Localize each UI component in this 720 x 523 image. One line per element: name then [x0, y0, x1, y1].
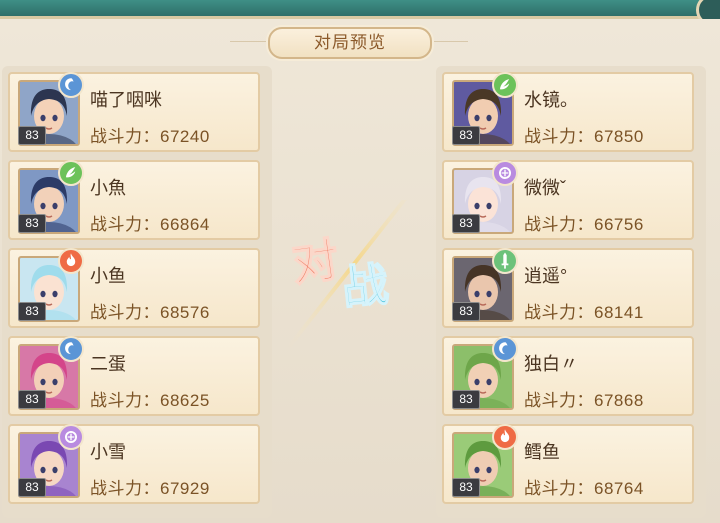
combat-power: 战斗力：67240: [90, 122, 210, 147]
player-name: 小雪: [90, 442, 126, 462]
wind-element-icon: [492, 72, 518, 98]
level-badge: 83: [18, 126, 46, 145]
player-card[interactable]: 83 小雪战斗力：67929: [8, 424, 260, 504]
player-card[interactable]: 83 逍遥° 战斗力：68141: [442, 248, 694, 328]
level-badge: 83: [18, 478, 46, 497]
combat-power-label: 战斗力：: [90, 127, 160, 146]
player-name: 微微ˇ: [524, 178, 566, 198]
combat-power-label: 战斗力：: [90, 391, 160, 410]
combat-power: 战斗力：67868: [524, 386, 644, 411]
combat-power-value: 68141: [594, 303, 644, 322]
player-card[interactable]: 83 喵了咽咪战斗力：67240: [8, 72, 260, 152]
player-name: 逍遥°: [524, 266, 568, 286]
title-divider-left: [230, 41, 266, 42]
level-badge: 83: [452, 390, 480, 409]
player-card[interactable]: 83 微微ˇ 战斗力：66756: [442, 160, 694, 240]
fire-element-icon: [492, 424, 518, 450]
thunder-element-icon: [492, 160, 518, 186]
combat-power: 战斗力：67929: [90, 474, 210, 499]
combat-power-label: 战斗力：: [524, 479, 594, 498]
title-divider-right: [432, 41, 468, 42]
player-name: 水镜。: [524, 90, 578, 110]
player-card[interactable]: 83 二蛋战斗力：68625: [8, 336, 260, 416]
right-team-panel: 83 水镜。 战斗力：67850 83 微微ˇ 战斗力：66756 83 逍遥° 战斗力：681…: [436, 66, 706, 518]
combat-power-value: 68764: [594, 479, 644, 498]
left-team-panel: 83 喵了咽咪 战斗力：67240 83 小魚 战斗力：66864 83 小鱼 战斗力：6857…: [2, 66, 272, 518]
combat-power: 战斗力：66864: [90, 210, 210, 235]
sword-element-icon: [492, 248, 518, 274]
combat-power-label: 战斗力：: [524, 391, 594, 410]
player-card[interactable]: 83 水镜。战斗力：67850: [442, 72, 694, 152]
water-element-icon: [492, 336, 518, 362]
level-badge: 83: [18, 390, 46, 409]
combat-power-value: 66756: [594, 215, 644, 234]
combat-power-value: 67929: [160, 479, 210, 498]
combat-power-label: 战斗力：: [524, 215, 594, 234]
player-card[interactable]: 83 小鱼战斗力：68576: [8, 248, 260, 328]
combat-power: 战斗力：67850: [524, 122, 644, 147]
level-badge: 83: [18, 302, 46, 321]
player-name: 喵了咽咪: [90, 90, 162, 110]
wind-element-icon: [58, 160, 84, 186]
combat-power-value: 68625: [160, 391, 210, 410]
level-badge: 83: [18, 214, 46, 233]
combat-power-value: 66864: [160, 215, 210, 234]
versus-right-char: 战: [339, 257, 390, 316]
combat-power-value: 67240: [160, 127, 210, 146]
level-badge: 83: [452, 478, 480, 497]
page-title: 对局预览: [268, 27, 432, 59]
combat-power: 战斗力：68764: [524, 474, 644, 499]
combat-power-value: 67850: [594, 127, 644, 146]
fire-element-icon: [58, 248, 84, 274]
player-name: 独白〃: [524, 354, 578, 374]
versus-emblem: 对 战: [286, 200, 407, 350]
water-element-icon: [58, 336, 84, 362]
player-card[interactable]: 83 独白〃战斗力：67868: [442, 336, 694, 416]
combat-power-label: 战斗力：: [90, 303, 160, 322]
combat-power-label: 战斗力：: [524, 127, 594, 146]
combat-power: 战斗力：68576: [90, 298, 210, 323]
combat-power-value: 68576: [160, 303, 210, 322]
combat-power: 战斗力：66756: [524, 210, 644, 235]
thunder-element-icon: [58, 424, 84, 450]
player-card[interactable]: 83 鳕鱼战斗力：68764: [442, 424, 694, 504]
player-name: 鳕鱼: [524, 442, 560, 462]
combat-power: 战斗力：68625: [90, 386, 210, 411]
combat-power-label: 战斗力：: [90, 215, 160, 234]
player-card[interactable]: 83 小魚战斗力：66864: [8, 160, 260, 240]
player-name: 小鱼: [90, 266, 126, 286]
top-frame: [0, 0, 720, 26]
combat-power-value: 67868: [594, 391, 644, 410]
combat-power-label: 战斗力：: [90, 479, 160, 498]
level-badge: 83: [452, 126, 480, 145]
combat-power-label: 战斗力：: [524, 303, 594, 322]
level-badge: 83: [452, 214, 480, 233]
player-name: 小魚: [90, 178, 126, 198]
water-element-icon: [58, 72, 84, 98]
combat-power: 战斗力：68141: [524, 298, 644, 323]
player-name: 二蛋: [90, 354, 126, 374]
level-badge: 83: [452, 302, 480, 321]
versus-left-char: 对: [289, 232, 342, 292]
